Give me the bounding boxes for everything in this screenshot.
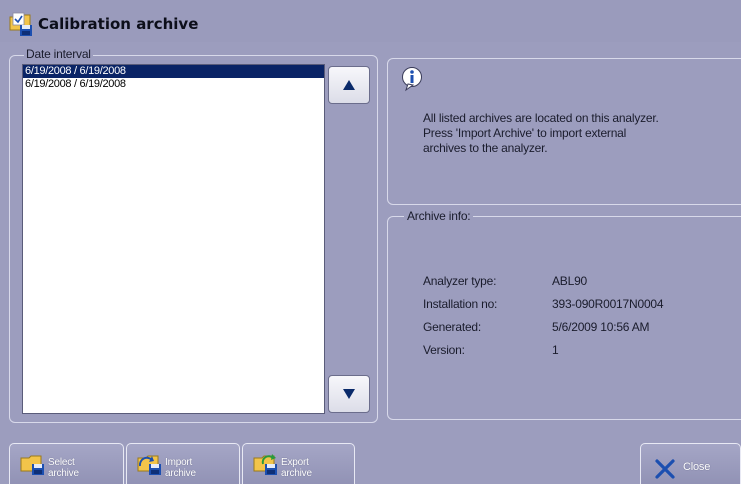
folder-save-icon — [20, 455, 44, 475]
info-message: All listed archives are located on this … — [423, 111, 723, 156]
analyzer-type-label: Analyzer type: — [423, 274, 497, 288]
scroll-down-button[interactable] — [328, 375, 370, 413]
arrow-up-icon — [343, 80, 355, 90]
generated-value: 5/6/2009 10:56 AM — [552, 320, 650, 334]
date-interval-legend: Date interval — [24, 47, 93, 61]
page-title: Calibration archive — [38, 15, 199, 33]
close-icon — [655, 459, 675, 479]
folder-import-icon — [137, 455, 161, 475]
list-item[interactable]: 6/19/2008 / 6/19/2008 — [23, 65, 324, 78]
info-icon — [402, 67, 422, 92]
export-archive-button[interactable]: Export archive — [242, 443, 355, 484]
export-archive-label: Export archive — [281, 457, 312, 479]
version-value: 1 — [552, 343, 559, 357]
select-archive-button[interactable]: Select archive — [9, 443, 124, 484]
folder-export-icon — [253, 454, 277, 475]
title-bar: Calibration archive — [0, 0, 741, 42]
installation-no-value: 393-090R0017N0004 — [552, 297, 664, 311]
info-line: Press 'Import Archive' to import externa… — [423, 126, 627, 140]
installation-no-label: Installation no: — [423, 297, 498, 311]
import-archive-label: Import archive — [165, 457, 196, 479]
date-interval-list[interactable]: 6/19/2008 / 6/19/2008 6/19/2008 / 6/19/2… — [22, 64, 325, 414]
select-archive-label: Select archive — [48, 457, 79, 479]
list-item[interactable]: 6/19/2008 / 6/19/2008 — [23, 78, 324, 91]
calibration-archive-icon — [9, 12, 32, 36]
close-button[interactable]: Close — [640, 443, 741, 484]
close-label: Close — [683, 461, 711, 473]
info-line: archives to the analyzer. — [423, 141, 548, 155]
info-line: All listed archives are located on this … — [423, 111, 659, 125]
generated-label: Generated: — [423, 320, 482, 334]
archive-info-group — [387, 216, 741, 420]
arrow-down-icon — [343, 389, 355, 399]
version-label: Version: — [423, 343, 465, 357]
import-archive-button[interactable]: Import archive — [126, 443, 240, 484]
archive-info-legend: Archive info: — [404, 209, 474, 223]
scroll-up-button[interactable] — [328, 66, 370, 104]
analyzer-type-value: ABL90 — [552, 274, 588, 288]
